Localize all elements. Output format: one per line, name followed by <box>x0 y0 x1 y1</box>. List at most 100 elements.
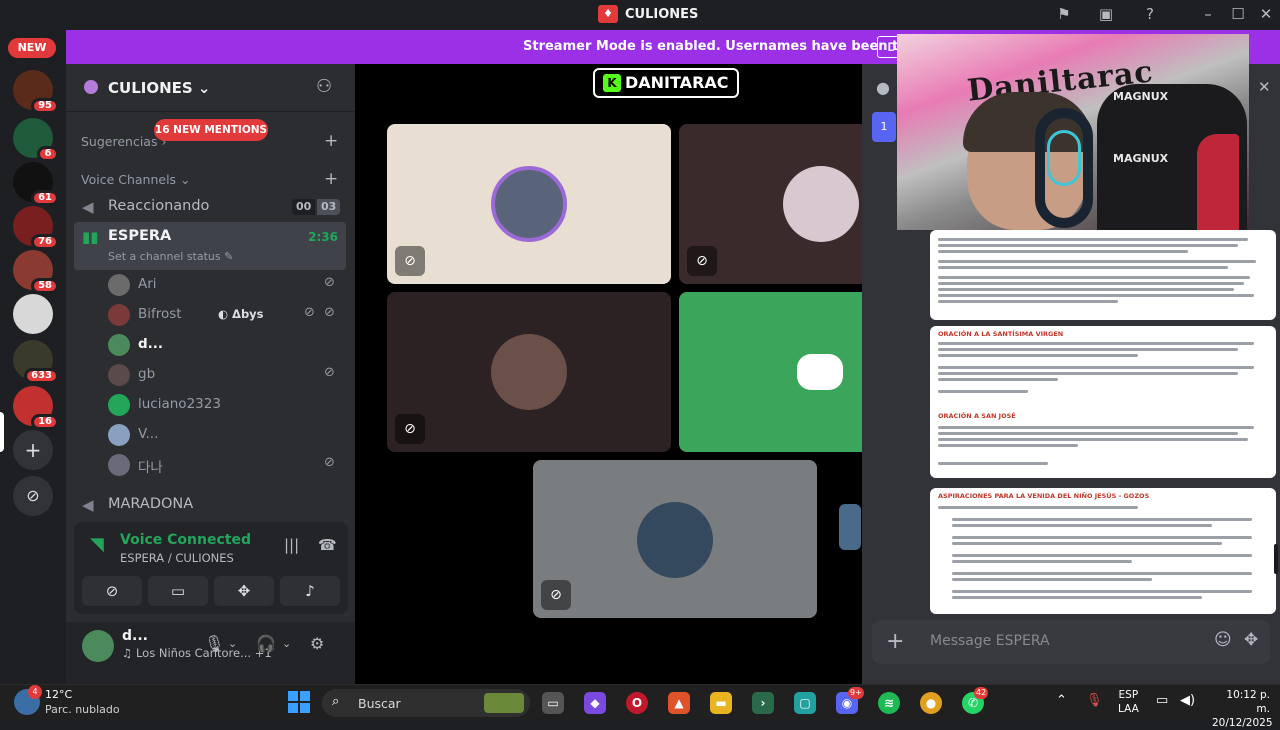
attach-plus-icon[interactable]: + <box>886 629 904 654</box>
chevron-down-icon[interactable]: ⌄ <box>282 637 291 650</box>
flag-icon[interactable]: ⚑ <box>1054 4 1074 24</box>
task-view-icon[interactable]: ▭ <box>542 692 564 714</box>
temperature[interactable]: 12°C <box>45 688 72 701</box>
chevron-down-icon[interactable]: ⌄ <box>228 637 237 650</box>
app-icon[interactable]: ▢ <box>794 692 816 714</box>
clock[interactable]: 10:12 p. m. 20/12/2025 <box>1212 688 1273 730</box>
voice-connected-title[interactable]: Voice Connected <box>120 532 251 548</box>
channel-name: Reaccionando <box>108 198 210 214</box>
server-icon[interactable]: 6 <box>13 118 59 162</box>
chat-bubble-icon[interactable]: ● <box>876 78 890 97</box>
discover-icon[interactable]: ⊘ <box>13 476 53 516</box>
file-explorer-icon[interactable]: ▬ <box>710 692 732 714</box>
add-server-icon[interactable]: + <box>13 430 53 470</box>
server-icon[interactable]: 16 <box>13 386 59 430</box>
voice-user[interactable]: luciano2323 <box>108 392 348 418</box>
new-mentions-pill[interactable]: 16 NEW MENTIONS <box>154 119 268 141</box>
maximize-icon[interactable]: ☐ <box>1228 4 1248 24</box>
channel-name: MARADONA <box>108 496 194 512</box>
voice-user[interactable]: V... <box>108 422 348 448</box>
headphones-icon[interactable]: 🎧 <box>256 634 276 653</box>
participant-tile[interactable] <box>679 292 869 452</box>
shared-document-image[interactable]: ASPIRACIONES PARA LA VENIDA DEL NIÑO JES… <box>930 488 1276 614</box>
voice-user[interactable]: gb ⊘ <box>108 362 348 388</box>
username[interactable]: d... <box>122 628 148 644</box>
voice-user[interactable]: 다나 ⊘ <box>108 452 348 478</box>
apps-icon[interactable]: ✥ <box>1244 630 1258 650</box>
participant-tile[interactable]: ⊘ <box>533 460 817 618</box>
server-icon[interactable]: 61 <box>13 162 59 206</box>
server-icon[interactable]: 76 <box>13 206 59 250</box>
terminal-icon[interactable]: › <box>752 692 774 714</box>
speaker-icon: ◀ <box>82 198 94 216</box>
help-icon[interactable]: ? <box>1140 4 1160 24</box>
voice-user[interactable]: Ari ⊘ <box>108 272 348 298</box>
unread-marker[interactable]: 1 <box>872 112 896 142</box>
add-voice-channel-icon[interactable]: + <box>324 169 338 189</box>
soundboard-button[interactable]: ♪ <box>280 576 340 606</box>
signal-icon[interactable]: ◥ <box>90 534 104 555</box>
disconnect-icon[interactable]: ☎ <box>318 536 337 554</box>
app-logo-icon: ♦ <box>598 5 618 23</box>
voice-timer: 2:36 <box>308 230 338 244</box>
participant-tile[interactable]: ⊘ <box>679 124 869 284</box>
message-input[interactable]: Message ESPERA <box>930 633 1050 649</box>
time: 10:12 p. m. <box>1226 689 1270 715</box>
voice-user-name: luciano2323 <box>138 396 221 412</box>
avatar <box>637 502 713 578</box>
server-icon[interactable]: 95 <box>13 70 59 114</box>
server-icon[interactable]: 58 <box>13 250 59 294</box>
avatar <box>783 166 859 242</box>
copilot-icon[interactable]: ◆ <box>584 692 606 714</box>
close-chat-icon[interactable]: ✕ <box>1258 78 1271 96</box>
new-unreads-pill[interactable]: NEW <box>8 38 56 58</box>
chat-scrollbar[interactable] <box>1274 544 1278 574</box>
voice-connected-subtitle[interactable]: ESPERA / CULIONES <box>120 551 234 565</box>
shared-document-image[interactable] <box>930 230 1276 320</box>
invite-people-icon[interactable]: ⚇ <box>316 76 332 97</box>
add-channel-icon[interactable]: + <box>324 131 338 151</box>
close-window-icon[interactable]: ✕ <box>1256 4 1276 24</box>
settings-gear-icon[interactable]: ⚙ <box>310 634 324 653</box>
chrome-icon[interactable]: ● <box>920 692 942 714</box>
inbox-icon[interactable]: ▣ <box>1096 4 1116 24</box>
microphone-icon[interactable]: 🎙 <box>204 634 224 653</box>
category-voice-channels[interactable]: Voice Channels ⌄ <box>81 172 191 187</box>
participant-tile[interactable]: ⊘ <box>387 124 671 284</box>
channel-status[interactable]: Set a channel status ✎ <box>108 250 233 263</box>
category-sugerencias[interactable]: Sugerencias › <box>81 134 166 149</box>
language-indicator[interactable]: ESP LAA <box>1118 688 1139 716</box>
voice-user[interactable]: d... <box>108 332 348 358</box>
keyboard-layout: LAA <box>1118 703 1139 715</box>
participant-tile-overflow[interactable] <box>839 504 861 550</box>
avatar[interactable] <box>82 630 114 662</box>
opera-icon[interactable]: O <box>626 692 648 714</box>
voice-user[interactable]: Bifrost ◐ Δbys ⊘ ⊘ <box>108 302 348 328</box>
mic-muted-icon: ⊘ <box>395 246 425 276</box>
microphone-tray-icon[interactable]: 🎙 <box>1086 693 1103 708</box>
shared-document-image[interactable]: ORACIÓN A LA SANTÍSIMA VIRGEN ORACIÓN A … <box>930 326 1276 478</box>
activities-button[interactable]: ✥ <box>214 576 274 606</box>
emoji-icon[interactable]: ☺ <box>1214 630 1232 650</box>
voice-channel-maradona[interactable]: ◀ MARADONA <box>74 490 346 520</box>
mention-badge: 58 <box>31 278 59 294</box>
screen-share-button[interactable]: ▭ <box>148 576 208 606</box>
spotify-icon[interactable]: ≋ <box>878 692 900 714</box>
server-icon[interactable] <box>13 294 53 334</box>
network-icon[interactable]: ▭ <box>1156 693 1168 708</box>
weather-condition[interactable]: Parc. nublado <box>45 703 120 716</box>
server-icon[interactable]: 633 <box>13 340 59 384</box>
brave-icon[interactable]: ▲ <box>668 692 690 714</box>
noise-suppression-icon[interactable]: ||| <box>284 536 299 554</box>
volume-icon[interactable]: ◀) <box>1180 693 1195 708</box>
camera-off-button[interactable]: ⊘ <box>82 576 142 606</box>
start-button[interactable] <box>288 691 310 713</box>
participant-tile[interactable]: ⊘ <box>387 292 671 452</box>
minimize-icon[interactable]: – <box>1198 4 1218 24</box>
speaker-icon: ◀ <box>82 496 94 514</box>
voice-channel-espera[interactable]: ▮▮ ESPERA 2:36 Set a channel status ✎ <box>74 222 346 270</box>
server-header[interactable]: CULIONES ⌄ ⚇ <box>66 64 355 112</box>
taskbar-search[interactable]: ⌕ Buscar <box>322 689 530 717</box>
voice-channel-reaccionando[interactable]: ◀ Reaccionando 00 03 <box>74 192 346 222</box>
tray-overflow-icon[interactable]: ⌃ <box>1056 693 1067 708</box>
